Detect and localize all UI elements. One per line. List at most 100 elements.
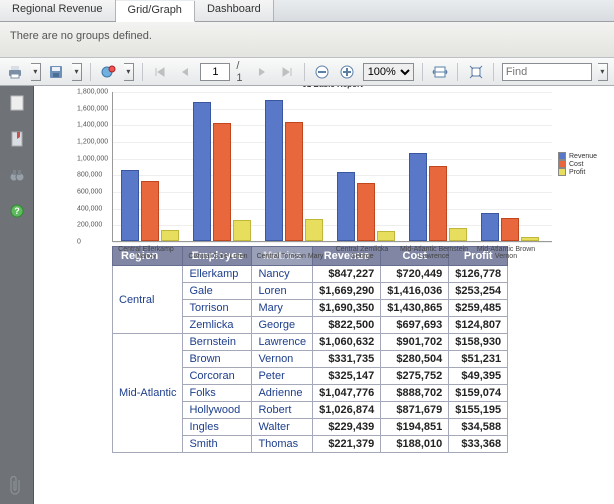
prev-icon — [180, 66, 190, 78]
cell-revenue: $1,047,776 — [313, 385, 381, 402]
next-page-button[interactable] — [253, 62, 272, 82]
cell-lastname[interactable]: Hollywood — [183, 402, 252, 419]
cell-lastname[interactable]: Smith — [183, 436, 252, 453]
cell-lastname[interactable]: Gale — [183, 283, 252, 300]
find-dropdown[interactable]: ▾ — [598, 63, 608, 81]
first-page-button[interactable] — [151, 62, 170, 82]
cell-region[interactable]: Mid-Atlantic — [113, 334, 183, 453]
cell-firstname[interactable]: Robert — [252, 402, 313, 419]
legend-swatch — [558, 160, 566, 168]
x-category: Mid-Atlantic Brown Vernon — [471, 246, 541, 261]
cell-cost: $194,851 — [381, 419, 449, 436]
bar-revenue — [121, 170, 139, 241]
zoom-select[interactable]: 100% — [363, 63, 414, 81]
bar-cost — [357, 183, 375, 241]
page-input[interactable] — [200, 63, 230, 81]
cell-lastname[interactable]: Corcoran — [183, 368, 252, 385]
first-icon — [154, 66, 166, 78]
cell-firstname[interactable]: Vernon — [252, 351, 313, 368]
y-tick: 400,000 — [77, 205, 102, 212]
printer-icon — [7, 65, 23, 79]
bar-cost — [501, 218, 519, 241]
cell-firstname[interactable]: Thomas — [252, 436, 313, 453]
cell-firstname[interactable]: Nancy — [252, 266, 313, 283]
cell-profit: $126,778 — [449, 266, 508, 283]
bar-revenue — [337, 172, 355, 241]
cell-firstname[interactable]: George — [252, 317, 313, 334]
print-button[interactable] — [6, 62, 25, 82]
server-dropdown[interactable]: ▾ — [124, 63, 134, 81]
sidebar-bookmark-button[interactable] — [8, 130, 26, 148]
bar-cost — [429, 166, 447, 241]
y-tick: 200,000 — [77, 222, 102, 229]
cell-firstname[interactable]: Walter — [252, 419, 313, 436]
fit-page-button[interactable] — [466, 62, 485, 82]
save-button[interactable] — [47, 62, 66, 82]
chart-title: 01 Basic Report — [113, 86, 552, 89]
cell-profit: $158,930 — [449, 334, 508, 351]
cell-firstname[interactable]: Mary — [252, 300, 313, 317]
binoculars-icon — [9, 168, 25, 182]
cell-region[interactable]: Central — [113, 266, 183, 334]
help-icon: ? — [10, 204, 24, 218]
bar-group — [481, 213, 539, 241]
minus-circle-icon — [315, 65, 329, 79]
table-row: CentralEllerkampNancy$847,227$720,449$12… — [113, 266, 508, 283]
find-input[interactable] — [502, 63, 592, 81]
sidebar: ? — [0, 86, 34, 504]
cell-firstname[interactable]: Peter — [252, 368, 313, 385]
chart-legend: RevenueCostProfit — [558, 152, 597, 176]
cell-lastname[interactable]: Torrison — [183, 300, 252, 317]
sidebar-help-button[interactable]: ? — [8, 202, 26, 220]
zoom-in-button[interactable] — [338, 62, 357, 82]
cell-cost: $697,693 — [381, 317, 449, 334]
tab-grid-graph[interactable]: Grid/Graph — [116, 1, 195, 22]
cell-lastname[interactable]: Brown — [183, 351, 252, 368]
cell-profit: $155,195 — [449, 402, 508, 419]
table-row: Mid-AtlanticBernsteinLawrence$1,060,632$… — [113, 334, 508, 351]
last-page-button[interactable] — [277, 62, 296, 82]
zoom-out-button[interactable] — [313, 62, 332, 82]
sidebar-page-button[interactable] — [8, 94, 26, 112]
legend-item: Cost — [558, 160, 597, 168]
cell-lastname[interactable]: Ellerkamp — [183, 266, 252, 283]
tab-regional-revenue[interactable]: Regional Revenue — [0, 0, 116, 21]
report-viewport[interactable]: 01 Basic Report 0200,000400,000600,00080… — [34, 86, 614, 504]
page-icon — [10, 95, 24, 111]
separator — [457, 63, 458, 81]
save-dropdown[interactable]: ▾ — [72, 63, 82, 81]
cell-firstname[interactable]: Adrienne — [252, 385, 313, 402]
bar-profit — [521, 237, 539, 241]
separator — [142, 63, 143, 81]
sidebar-binoculars-button[interactable] — [8, 166, 26, 184]
cell-profit: $124,807 — [449, 317, 508, 334]
cell-lastname[interactable]: Ingles — [183, 419, 252, 436]
cell-lastname[interactable]: Zemlicka — [183, 317, 252, 334]
tab-dashboard[interactable]: Dashboard — [195, 0, 274, 21]
x-category: Central Zemlicka George — [327, 246, 397, 261]
cell-revenue: $325,147 — [313, 368, 381, 385]
server-button[interactable] — [99, 62, 118, 82]
cell-lastname[interactable]: Bernstein — [183, 334, 252, 351]
bar-cost — [213, 123, 231, 241]
bar-revenue — [409, 153, 427, 241]
y-tick: 1,800,000 — [77, 89, 108, 96]
bar-group — [121, 170, 179, 241]
y-tick: 0 — [77, 239, 81, 246]
cell-firstname[interactable]: Loren — [252, 283, 313, 300]
attachment-icon[interactable] — [8, 476, 24, 496]
print-dropdown[interactable]: ▾ — [31, 63, 41, 81]
cell-revenue: $1,669,290 — [313, 283, 381, 300]
y-tick: 1,400,000 — [77, 122, 108, 129]
bar-group — [265, 100, 323, 241]
cell-lastname[interactable]: Folks — [183, 385, 252, 402]
x-category: Mid-Atlantic Bernstein Lawrence — [399, 246, 469, 261]
cell-profit: $253,254 — [449, 283, 508, 300]
group-bar: There are no groups defined. — [0, 22, 614, 58]
prev-page-button[interactable] — [176, 62, 195, 82]
floppy-icon — [49, 65, 63, 79]
cell-firstname[interactable]: Lawrence — [252, 334, 313, 351]
bar-profit — [233, 220, 251, 241]
fit-width-button[interactable] — [431, 62, 450, 82]
legend-label: Profit — [569, 169, 585, 176]
